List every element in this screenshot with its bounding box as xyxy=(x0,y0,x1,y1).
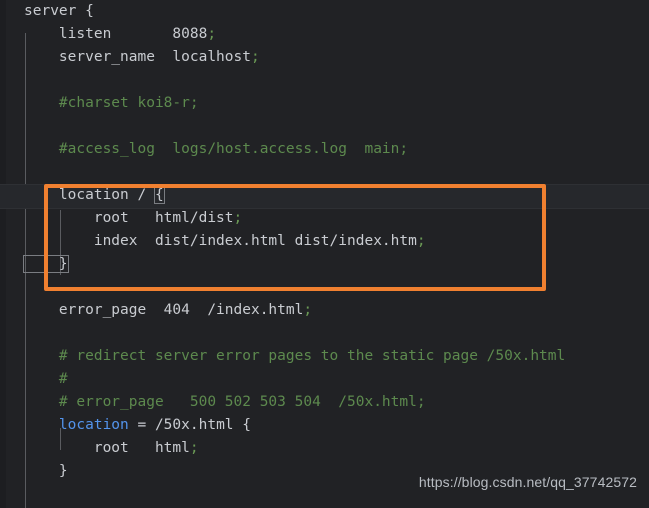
code-line[interactable]: location / { xyxy=(0,184,649,207)
code-token-plain: server { xyxy=(24,3,94,19)
code-line[interactable]: listen 8088; xyxy=(0,23,649,46)
code-line[interactable]: index dist/index.html dist/index.htm; xyxy=(0,230,649,253)
code-line[interactable]: root html/dist; xyxy=(0,207,649,230)
code-line[interactable]: # redirect server error pages to the sta… xyxy=(0,345,649,368)
code-editor-pane[interactable]: server { listen 8088; server_name localh… xyxy=(0,0,649,508)
code-token-punc: ; xyxy=(303,302,313,318)
code-token-punc: ; xyxy=(250,49,260,65)
code-line[interactable]: server_name localhost; xyxy=(0,46,649,69)
code-line[interactable] xyxy=(0,276,649,299)
code-token-plain: root html xyxy=(24,440,190,456)
code-token-punc: ; xyxy=(416,233,426,249)
code-token-plain: location / xyxy=(24,187,155,203)
code-line[interactable] xyxy=(0,161,649,184)
code-line[interactable] xyxy=(0,322,649,345)
code-line[interactable] xyxy=(0,115,649,138)
code-token-comment: #charset koi8-r; xyxy=(24,95,199,111)
code-token-plain: = /50x.html { xyxy=(128,417,251,433)
code-token-brace-hl: } xyxy=(23,255,69,273)
code-token-comment: # xyxy=(24,371,68,387)
code-token-plain: } xyxy=(24,463,68,479)
code-token-kw: location xyxy=(24,417,129,433)
code-text[interactable]: server { listen 8088; server_name localh… xyxy=(0,0,649,508)
code-token-punc: ; xyxy=(233,210,243,226)
code-line[interactable]: #access_log logs/host.access.log main; xyxy=(0,138,649,161)
code-token-plain: error_page 404 /index.html xyxy=(24,302,304,318)
code-line[interactable] xyxy=(0,69,649,92)
code-line[interactable]: server { xyxy=(0,0,649,23)
code-token-punc: ; xyxy=(207,26,217,42)
code-line[interactable]: } xyxy=(0,253,649,276)
code-token-comment: #access_log logs/host.access.log main; xyxy=(24,141,409,157)
code-line[interactable]: error_page 404 /index.html; xyxy=(0,299,649,322)
code-token-plain: listen 8088 xyxy=(24,26,208,42)
code-line[interactable]: location = /50x.html { xyxy=(0,414,649,437)
code-token-plain: server_name localhost xyxy=(24,49,251,65)
code-token-comment: # error_page 500 502 503 504 /50x.html; xyxy=(24,394,426,410)
code-line[interactable]: root html; xyxy=(0,437,649,460)
code-line[interactable]: # xyxy=(0,368,649,391)
code-token-comment: # redirect server error pages to the sta… xyxy=(24,348,566,364)
code-token-brace-hl: { xyxy=(153,186,165,204)
code-token-punc: ; xyxy=(189,440,199,456)
code-line[interactable]: #charset koi8-r; xyxy=(0,92,649,115)
code-line[interactable]: # error_page 500 502 503 504 /50x.html; xyxy=(0,391,649,414)
watermark-url: https://blog.csdn.net/qq_37742572 xyxy=(418,474,637,490)
code-token-plain: root html/dist xyxy=(24,210,234,226)
code-token-plain: index dist/index.html dist/index.htm xyxy=(24,233,417,249)
